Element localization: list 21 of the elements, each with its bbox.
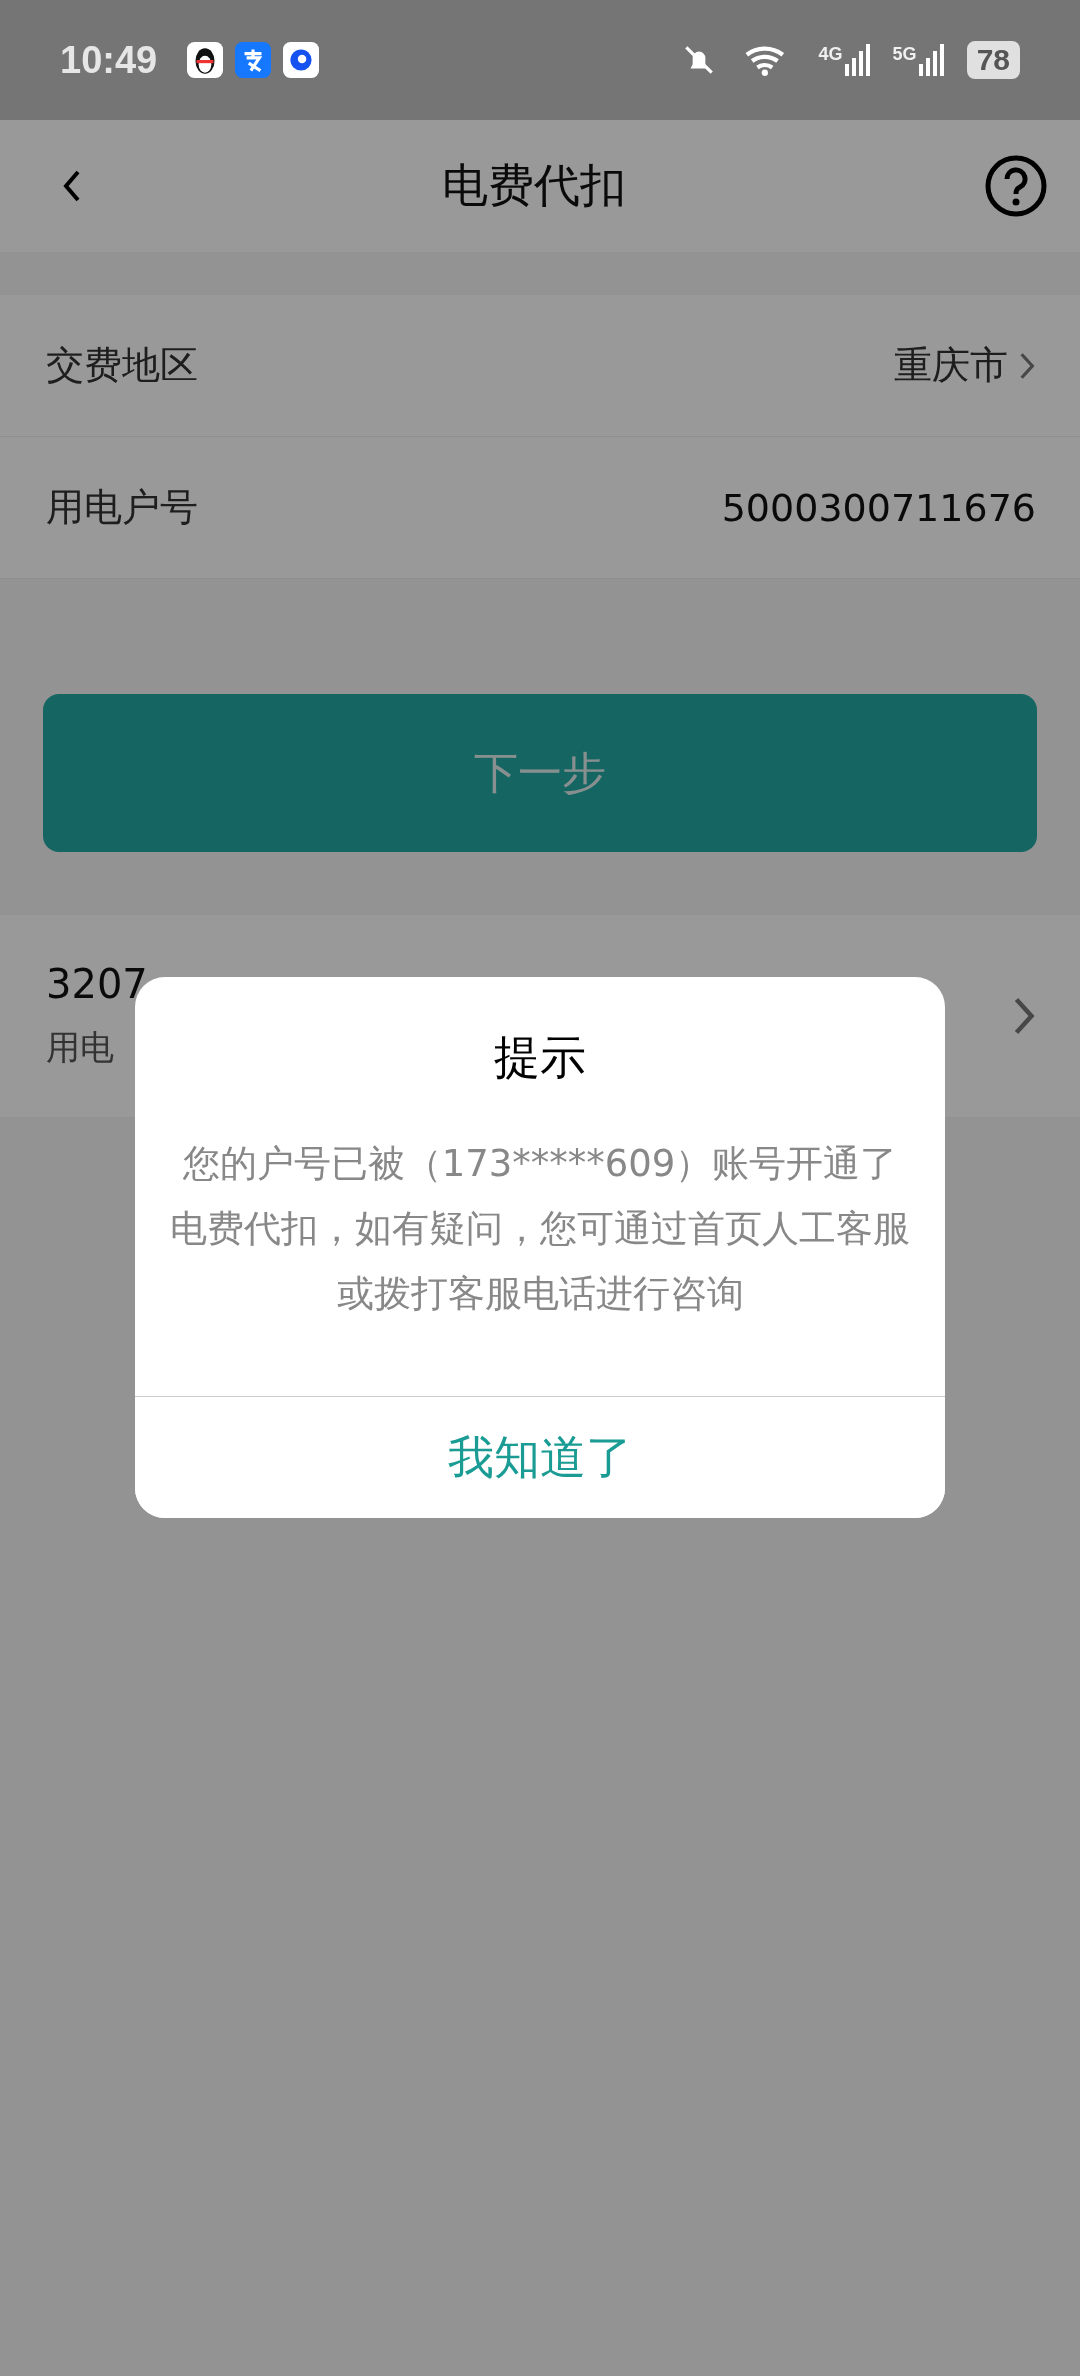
pay-app-icon (235, 42, 272, 78)
field-label: 用电户号 (46, 484, 199, 531)
battery-indicator: 78 (966, 41, 1020, 79)
circle-app-icon (283, 42, 320, 78)
confirm-button[interactable]: 我知道了 (135, 1396, 945, 1518)
status-time: 10:49 (60, 38, 158, 82)
field-value: 5000300711676 (721, 485, 1036, 530)
network-label: 5G (892, 44, 917, 65)
account-number: 3207 (46, 961, 148, 1007)
help-icon[interactable] (984, 154, 1048, 218)
chevron-right-icon[interactable] (1018, 350, 1036, 381)
dialog-message: 您的户号已被（173*****609）账号开通了电费代扣，如有疑问，您可通过首页人工客服或拨打客服电话进行咨询 (169, 1141, 911, 1317)
network-label: 4G (818, 44, 843, 65)
field-value[interactable]: 重庆市 (894, 340, 1008, 391)
dialog-title: 提示 (494, 1029, 586, 1086)
page-title: 电费代扣 (442, 157, 626, 214)
next-button[interactable]: 下一步 (43, 694, 1037, 852)
account-address: 用电 (46, 1026, 114, 1069)
signal-icon (844, 44, 871, 76)
signal-icon (918, 44, 945, 76)
field-label: 交费地区 (46, 342, 199, 389)
